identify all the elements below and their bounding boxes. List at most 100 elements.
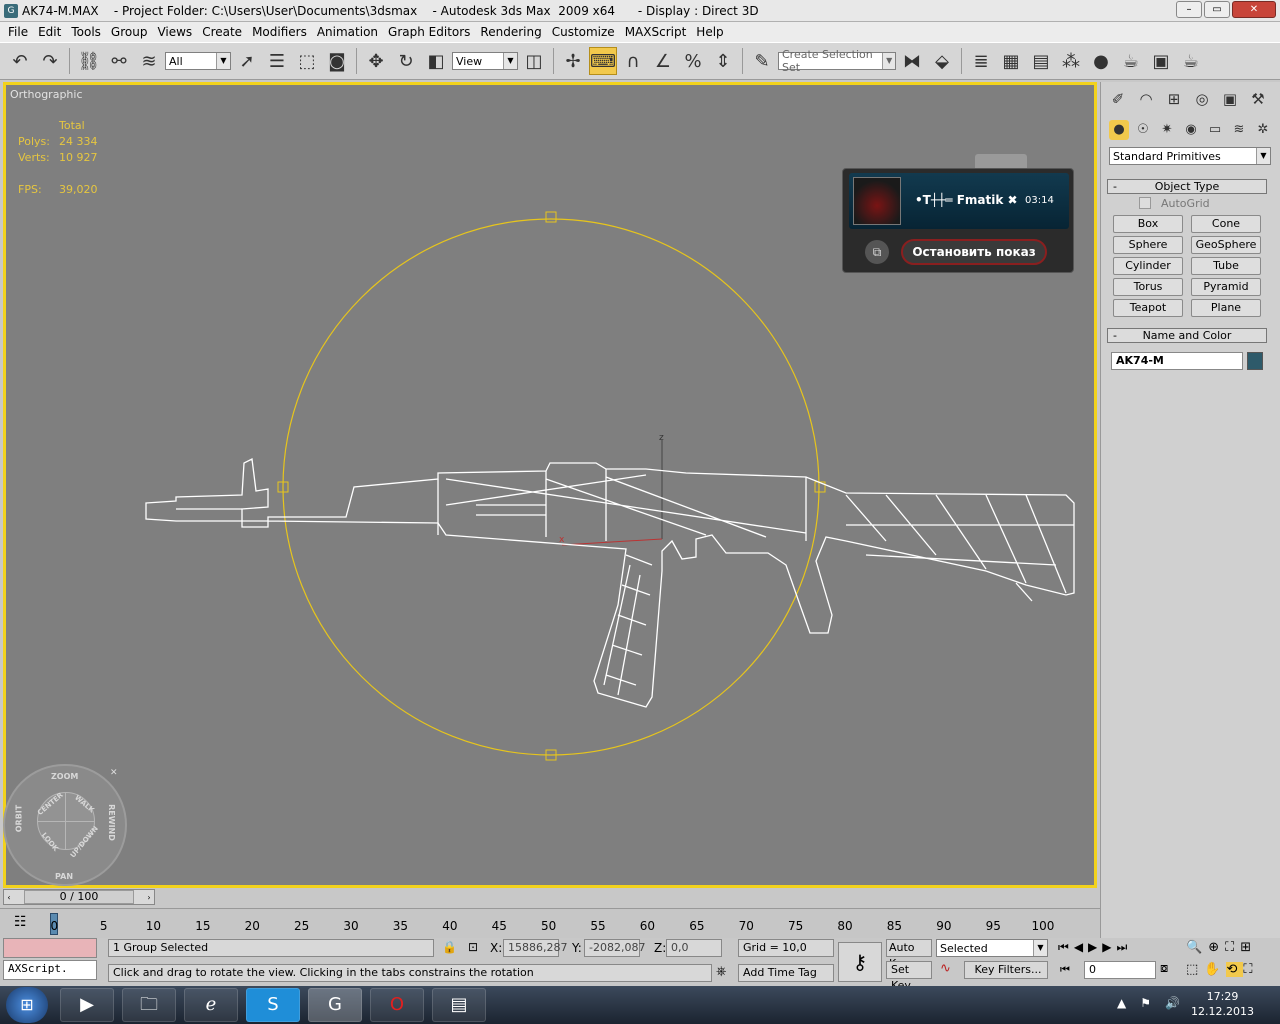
previous-frame-icon[interactable]: ◀ xyxy=(1074,940,1088,954)
wheel-zoom[interactable]: ZOOM xyxy=(51,772,78,781)
close-icon[interactable]: ✕ xyxy=(110,768,118,778)
menu-create[interactable]: Create xyxy=(197,22,247,42)
stop-sharing-button[interactable]: Остановить показ xyxy=(901,239,1047,265)
x-coordinate-field[interactable]: 15886,287 xyxy=(503,939,568,957)
render-production-icon[interactable]: ☕ xyxy=(1177,47,1205,75)
menu-tools[interactable]: Tools xyxy=(66,22,106,42)
systems-icon[interactable]: ✲ xyxy=(1253,120,1273,140)
cylinder-button[interactable]: Cylinder xyxy=(1113,257,1183,275)
start-button[interactable]: ⊞ xyxy=(6,987,48,1023)
torus-button[interactable]: Torus xyxy=(1113,278,1183,296)
skype-icon[interactable]: S xyxy=(246,988,300,1022)
geosphere-button[interactable]: GeoSphere xyxy=(1191,236,1261,254)
hierarchy-tab-icon[interactable]: ⊞ xyxy=(1161,86,1187,112)
material-editor-icon[interactable]: ● xyxy=(1087,47,1115,75)
auto-key-button[interactable]: Auto Key xyxy=(886,939,932,970)
media-player-icon[interactable]: ▶ xyxy=(60,988,114,1022)
mini-curve-editor-icon[interactable]: ☷ xyxy=(14,914,27,930)
minimize-button[interactable]: – xyxy=(1176,1,1202,18)
cameras-icon[interactable]: ◉ xyxy=(1181,120,1201,140)
action-center-icon[interactable]: ⚑ xyxy=(1140,996,1151,1010)
name-and-color-rollout[interactable]: - Name and Color xyxy=(1107,328,1267,343)
motion-tab-icon[interactable]: ◎ xyxy=(1189,86,1215,112)
wheel-rewind[interactable]: REWIND xyxy=(107,804,116,841)
zoom-all-icon[interactable]: ⊕ xyxy=(1208,940,1225,955)
render-setup-icon[interactable]: ☕ xyxy=(1117,47,1145,75)
align-icon[interactable]: ⬙ xyxy=(928,47,956,75)
show-hidden-icons-icon[interactable]: ▲ xyxy=(1117,996,1126,1010)
modify-tab-icon[interactable]: ◠ xyxy=(1133,86,1159,112)
menu-animation[interactable]: Animation xyxy=(312,22,383,42)
wheel-pan[interactable]: PAN xyxy=(55,872,73,881)
redo-icon[interactable]: ↷ xyxy=(36,47,64,75)
create-tab-icon[interactable]: ✐ xyxy=(1105,86,1131,112)
object-type-rollout[interactable]: - Object Type xyxy=(1107,179,1267,194)
chevron-left-icon[interactable]: ‹ xyxy=(4,893,14,902)
zoom-extents-all-icon[interactable]: ⊞ xyxy=(1240,940,1257,955)
set-key-icon[interactable]: ⚷ xyxy=(838,942,882,982)
go-to-start-icon[interactable]: ⏮ xyxy=(1058,940,1074,954)
spinner-snap-icon[interactable]: ⇕ xyxy=(709,47,737,75)
object-color-swatch[interactable] xyxy=(1247,352,1263,370)
rollout-collapse-icon[interactable]: - xyxy=(1113,180,1117,193)
teapot-button[interactable]: Teapot xyxy=(1113,299,1183,317)
select-and-link-icon[interactable]: ⛓ xyxy=(75,47,103,75)
layer-manager-icon[interactable]: ≣ xyxy=(967,47,995,75)
clock[interactable]: 17:29 12.12.2013 xyxy=(1191,989,1254,1019)
go-to-end-icon[interactable]: ⏭ xyxy=(1117,940,1133,954)
select-and-move-icon[interactable]: ✥ xyxy=(362,47,390,75)
lock-icon[interactable]: 🔒 xyxy=(442,940,457,954)
menu-edit[interactable]: Edit xyxy=(33,22,66,42)
winrar-icon[interactable]: ▤ xyxy=(432,988,486,1022)
display-tab-icon[interactable]: ▣ xyxy=(1217,86,1243,112)
reference-coordinate-dropdown[interactable]: View ▼ xyxy=(452,52,518,70)
set-key-button[interactable]: Set Key xyxy=(886,961,932,992)
absolute-mode-icon[interactable]: ⊡ xyxy=(468,940,478,954)
zoom-icon[interactable]: 🔍 xyxy=(1186,940,1208,955)
rotate-gizmo-circle[interactable] xyxy=(282,218,820,756)
percent-snap-icon[interactable]: % xyxy=(679,47,707,75)
orbit-icon[interactable]: ⟲ xyxy=(1226,962,1244,977)
primitive-category-dropdown[interactable]: Standard Primitives ▼ xyxy=(1109,147,1271,165)
undo-icon[interactable]: ↶ xyxy=(6,47,34,75)
chevron-right-icon[interactable]: › xyxy=(144,893,154,902)
key-tangents-icon[interactable]: ∿ xyxy=(940,961,951,976)
pan-icon[interactable]: ✋ xyxy=(1204,962,1226,977)
named-selection-set-dropdown[interactable]: Create Selection Set ▼ xyxy=(778,48,896,74)
curve-editor-icon[interactable]: ▤ xyxy=(1027,47,1055,75)
pivot-center-icon[interactable]: ◫ xyxy=(520,47,548,75)
time-slider-thumb[interactable]: 0 / 100 xyxy=(24,890,134,904)
steering-wheel-widget[interactable]: ZOOM ORBIT REWIND PAN CENTER WALK LOOK U… xyxy=(3,764,127,886)
schematic-view-icon[interactable]: ⁂ xyxy=(1057,47,1085,75)
edit-named-selection-icon[interactable]: ✎ xyxy=(748,47,776,75)
utilities-tab-icon[interactable]: ⚒ xyxy=(1245,86,1271,112)
trackbar[interactable]: ☷ 0 5 10 15 20 25 30 35 40 45 50 55 60 65 70 75 80 85 90 95… xyxy=(0,908,1100,938)
menu-customize[interactable]: Customize xyxy=(547,22,620,42)
key-filters-button[interactable]: Key Filters... xyxy=(964,961,1048,979)
next-frame-icon[interactable]: ▶ xyxy=(1102,940,1116,954)
menu-help[interactable]: Help xyxy=(691,22,728,42)
wheel-orbit[interactable]: ORBIT xyxy=(14,805,23,833)
time-configuration-icon[interactable]: ⧇ xyxy=(1160,961,1168,976)
angle-snap-icon[interactable]: ∠ xyxy=(649,47,677,75)
plane-button[interactable]: Plane xyxy=(1191,299,1261,317)
space-warps-icon[interactable]: ≋ xyxy=(1229,120,1249,140)
cone-button[interactable]: Cone xyxy=(1191,215,1261,233)
menu-rendering[interactable]: Rendering xyxy=(475,22,546,42)
menu-modifiers[interactable]: Modifiers xyxy=(247,22,312,42)
snaps-toggle-icon[interactable]: ∩ xyxy=(619,47,647,75)
3dsmax-app-icon[interactable]: G xyxy=(4,3,18,18)
maximize-viewport-icon[interactable]: ⛶ xyxy=(1243,962,1258,977)
menu-maxscript[interactable]: MAXScript xyxy=(620,22,692,42)
play-icon[interactable]: ▶ xyxy=(1088,940,1102,954)
window-switch-icon[interactable]: ⧉ xyxy=(865,240,889,264)
z-coordinate-field[interactable]: 0,0 xyxy=(666,939,722,957)
menu-views[interactable]: Views xyxy=(152,22,197,42)
zoom-extents-icon[interactable]: ⛶ xyxy=(1225,940,1240,955)
zoom-region-icon[interactable]: ⬚ xyxy=(1186,962,1204,977)
maxscript-listener-pink[interactable] xyxy=(3,938,97,958)
maxscript-mini-listener[interactable]: AXScript. xyxy=(3,960,97,980)
gizmo-handle-top[interactable] xyxy=(545,211,557,223)
rectangular-selection-icon[interactable]: ⬚ xyxy=(293,47,321,75)
internet-explorer-icon[interactable]: ℯ xyxy=(184,988,238,1022)
